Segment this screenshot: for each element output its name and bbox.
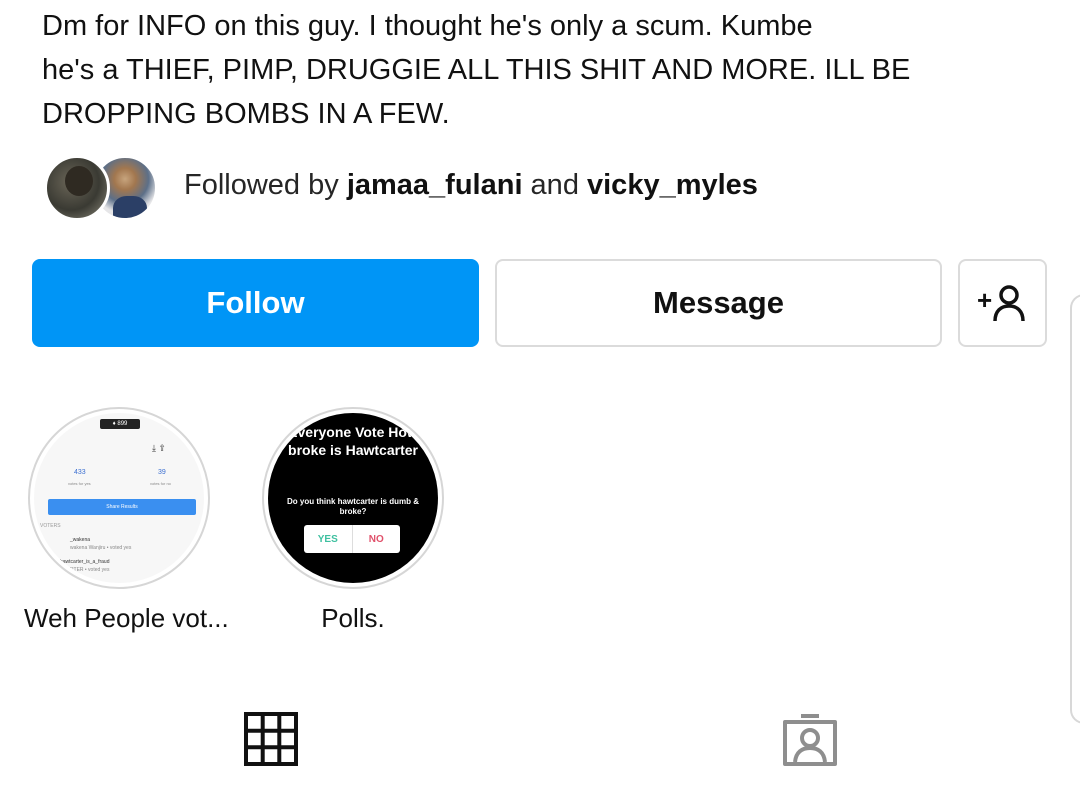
cover-voter-sub: wakena Wanjiru • voted yes: [70, 545, 132, 551]
story-highlight[interactable]: Everyone Vote How broke is Hawtcarter Do…: [258, 407, 448, 634]
person-add-icon: +: [977, 285, 1025, 322]
message-button[interactable]: Message: [495, 259, 942, 347]
side-panel-handle[interactable]: [1070, 294, 1080, 724]
bio-line: he's a THIEF, PIMP, DRUGGIE ALL THIS SHI…: [42, 54, 911, 86]
highlight-cover: ♦ 899 ⤓ ⇪ 433 votes for yes 39 votes for…: [34, 413, 204, 583]
cover-voter-sub: TCARTER • voted yes: [60, 567, 110, 573]
profile-bio: Dm for INFO on this guy. I thought he's …: [42, 4, 1042, 136]
download-icon: ⤓ ⇪: [152, 443, 167, 453]
avatar: [44, 155, 110, 221]
followed-by-section[interactable]: Followed by jamaa_fulani and vicky_myles: [44, 155, 944, 225]
follower-username[interactable]: jamaa_fulani: [347, 169, 523, 201]
highlight-label: Weh People vot...: [24, 603, 229, 633]
highlight-label: Polls.: [321, 603, 385, 633]
cover-poll-yes: YES: [304, 525, 353, 553]
cover-share-bar: Share Results: [48, 499, 196, 515]
cover-poll-options: YES NO: [304, 525, 400, 553]
highlight-ring: ♦ 899 ⤓ ⇪ 433 votes for yes 39 votes for…: [28, 407, 210, 589]
cover-badge: ♦ 899: [100, 419, 140, 429]
cover-count-no: 39: [158, 469, 166, 476]
highlight-cover: Everyone Vote How broke is Hawtcarter Do…: [268, 413, 438, 583]
followed-by-text: Followed by jamaa_fulani and vicky_myles: [184, 169, 758, 202]
tab-tagged[interactable]: [781, 712, 839, 773]
tab-posts-grid[interactable]: [244, 712, 298, 771]
cover-voter-name: hawtcarter_is_a_fraud: [60, 559, 110, 565]
follow-button[interactable]: Follow: [32, 259, 479, 347]
followed-by-prefix: Followed by: [184, 169, 347, 201]
follower-username[interactable]: vicky_myles: [587, 169, 758, 201]
bio-line: Dm for INFO on this guy. I thought he's …: [42, 10, 813, 42]
cover-count-yes-sub: votes for yes: [68, 481, 91, 486]
cover-poll-no: NO: [368, 533, 384, 545]
cover-poll-title: Everyone Vote How broke is Hawtcarter: [288, 424, 418, 458]
cover-voter-name: _wakena: [70, 537, 91, 543]
cover-poll-question: Do you think hawtcarter is dumb & broke?: [286, 497, 419, 516]
cover-voters-label: VOTERS: [40, 523, 61, 529]
tagged-person-icon: [783, 714, 837, 766]
story-highlight[interactable]: ♦ 899 ⤓ ⇪ 433 votes for yes 39 votes for…: [24, 407, 229, 634]
followed-by-conjunction: and: [522, 169, 587, 201]
bio-line: DROPPING BOMBS IN A FEW.: [42, 98, 450, 130]
grid-icon: [244, 712, 298, 766]
svg-text:+: +: [977, 285, 992, 315]
highlight-ring: Everyone Vote How broke is Hawtcarter Do…: [262, 407, 444, 589]
cover-count-yes: 433: [74, 469, 86, 476]
suggested-users-button[interactable]: +: [958, 259, 1047, 347]
cover-count-no-sub: votes for no: [150, 481, 171, 486]
